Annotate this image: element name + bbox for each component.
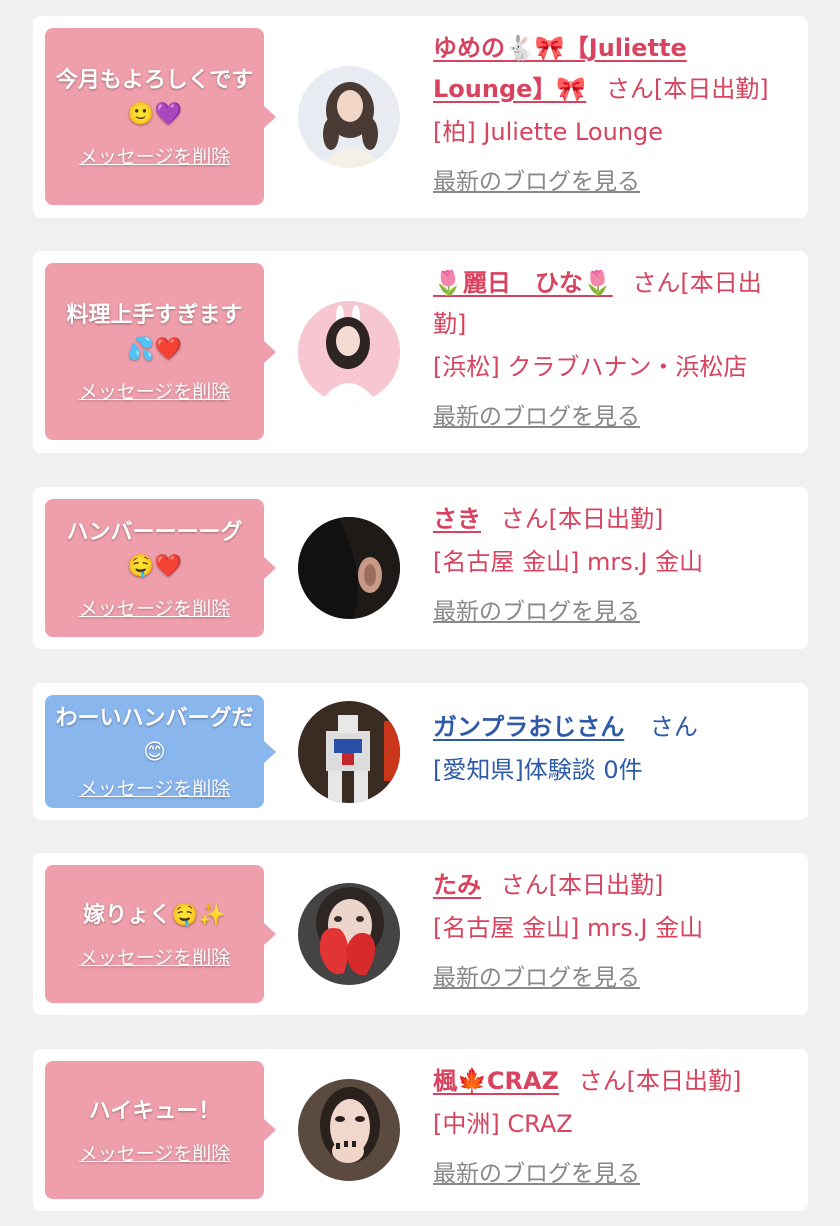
delete-message-link[interactable]: メッセージを削除 xyxy=(79,774,231,801)
message-bubble: ハンバーーーーグ🤤❤️ メッセージを削除 xyxy=(45,499,276,637)
list-item: 料理上手すぎます💦❤️ メッセージを削除 🌷麗日 ひな🌷 さん[本日出勤] [浜… xyxy=(33,251,808,453)
shop-label: [名古屋 金山] mrs.J 金山 xyxy=(433,548,704,576)
avatar-photo xyxy=(298,701,400,803)
profile-name-link[interactable]: さき xyxy=(433,505,481,533)
honorific-label: さん[本日出勤] xyxy=(500,505,664,533)
blog-link[interactable]: 最新のブログを見る xyxy=(433,592,793,632)
message-bubble: 料理上手すぎます💦❤️ メッセージを削除 xyxy=(45,263,276,440)
profile-info: さき さん[本日出勤] [名古屋 金山] mrs.J 金山 最新のブログを見る xyxy=(433,499,793,632)
honorific-label: さん[本日出勤] xyxy=(578,1067,742,1095)
blog-link[interactable]: 最新のブログを見る xyxy=(433,162,793,202)
profile-name-link[interactable]: 楓🍁CRAZ xyxy=(433,1067,559,1095)
delete-message-link[interactable]: メッセージを削除 xyxy=(79,594,231,621)
honorific-label: さん[本日出勤] xyxy=(605,75,769,103)
avatar-photo xyxy=(298,517,400,619)
profile-info: たみ さん[本日出勤] [名古屋 金山] mrs.J 金山 最新のブログを見る xyxy=(433,865,793,998)
profile-info: ガンプラおじさん さん [愛知県]体験談 0件 xyxy=(433,707,793,792)
list-item: 今月もよろしくです🙂💜 メッセージを削除 ゆめの🐇🎀【Juliette Loun… xyxy=(33,16,808,218)
profile-info: 楓🍁CRAZ さん[本日出勤] [中洲] CRAZ 最新のブログを見る xyxy=(433,1061,793,1194)
blog-link[interactable]: 最新のブログを見る xyxy=(433,397,793,437)
list-item: 嫁りょく🤤✨ メッセージを削除 たみ さん[本日出勤] [名古屋 金山] mrs… xyxy=(33,853,808,1015)
delete-message-link[interactable]: メッセージを削除 xyxy=(79,943,231,970)
avatar[interactable] xyxy=(298,883,400,985)
message-text: ハンバーーーーグ🤤❤️ xyxy=(66,519,243,579)
message-text: 嫁りょく🤤✨ xyxy=(83,902,226,928)
list-item: わーいハンバーグだ😊 メッセージを削除 ガンプラおじさん さん [愛知県]体験談… xyxy=(33,683,808,820)
avatar-photo xyxy=(298,883,400,985)
avatar[interactable] xyxy=(298,1079,400,1181)
avatar[interactable] xyxy=(298,301,400,403)
list-item: ハンバーーーーグ🤤❤️ メッセージを削除 さき さん[本日出勤] [名古屋 金山… xyxy=(33,487,808,649)
avatar-photo xyxy=(298,66,400,168)
message-text: ハイキュー！ xyxy=(88,1098,221,1124)
shop-label: [名古屋 金山] mrs.J 金山 xyxy=(433,914,704,942)
avatar[interactable] xyxy=(298,701,400,803)
delete-message-link[interactable]: メッセージを削除 xyxy=(79,377,231,404)
experience-count-label: [愛知県]体験談 0件 xyxy=(433,756,643,784)
message-bubble: わーいハンバーグだ😊 メッセージを削除 xyxy=(45,695,276,808)
delete-message-link[interactable]: メッセージを削除 xyxy=(79,142,231,169)
profile-name-link[interactable]: ガンプラおじさん xyxy=(433,713,624,741)
message-bubble: ハイキュー！ メッセージを削除 xyxy=(45,1061,276,1199)
message-text: わーいハンバーグだ😊 xyxy=(55,706,254,765)
honorific-label: さん[本日出勤] xyxy=(500,871,664,899)
honorific-label: さん xyxy=(649,713,698,741)
message-text: 今月もよろしくです🙂💜 xyxy=(55,68,254,127)
message-text: 料理上手すぎます💦❤️ xyxy=(66,303,243,362)
blog-link[interactable]: 最新のブログを見る xyxy=(433,1154,793,1194)
profile-name-link[interactable]: たみ xyxy=(433,871,481,899)
shop-label: [浜松] クラブハナン・浜松店 xyxy=(433,353,748,381)
avatar-photo xyxy=(298,301,400,403)
profile-info: 🌷麗日 ひな🌷 さん[本日出勤] [浜松] クラブハナン・浜松店 最新のブログを… xyxy=(433,263,793,437)
delete-message-link[interactable]: メッセージを削除 xyxy=(79,1139,231,1166)
avatar[interactable] xyxy=(298,517,400,619)
profile-name-link[interactable]: 🌷麗日 ひな🌷 xyxy=(433,269,613,297)
list-item: ハイキュー！ メッセージを削除 楓🍁CRAZ さん[本日出勤] [中洲] CRA… xyxy=(33,1049,808,1211)
avatar[interactable] xyxy=(298,66,400,168)
shop-label: [中洲] CRAZ xyxy=(433,1110,573,1138)
blog-link[interactable]: 最新のブログを見る xyxy=(433,958,793,998)
profile-info: ゆめの🐇🎀【Juliette Lounge】🎀 さん[本日出勤] [柏] Jul… xyxy=(433,28,793,202)
message-bubble: 嫁りょく🤤✨ メッセージを削除 xyxy=(45,865,276,1003)
avatar-photo xyxy=(298,1079,400,1181)
message-bubble: 今月もよろしくです🙂💜 メッセージを削除 xyxy=(45,28,276,205)
shop-label: [柏] Juliette Lounge xyxy=(433,118,664,146)
